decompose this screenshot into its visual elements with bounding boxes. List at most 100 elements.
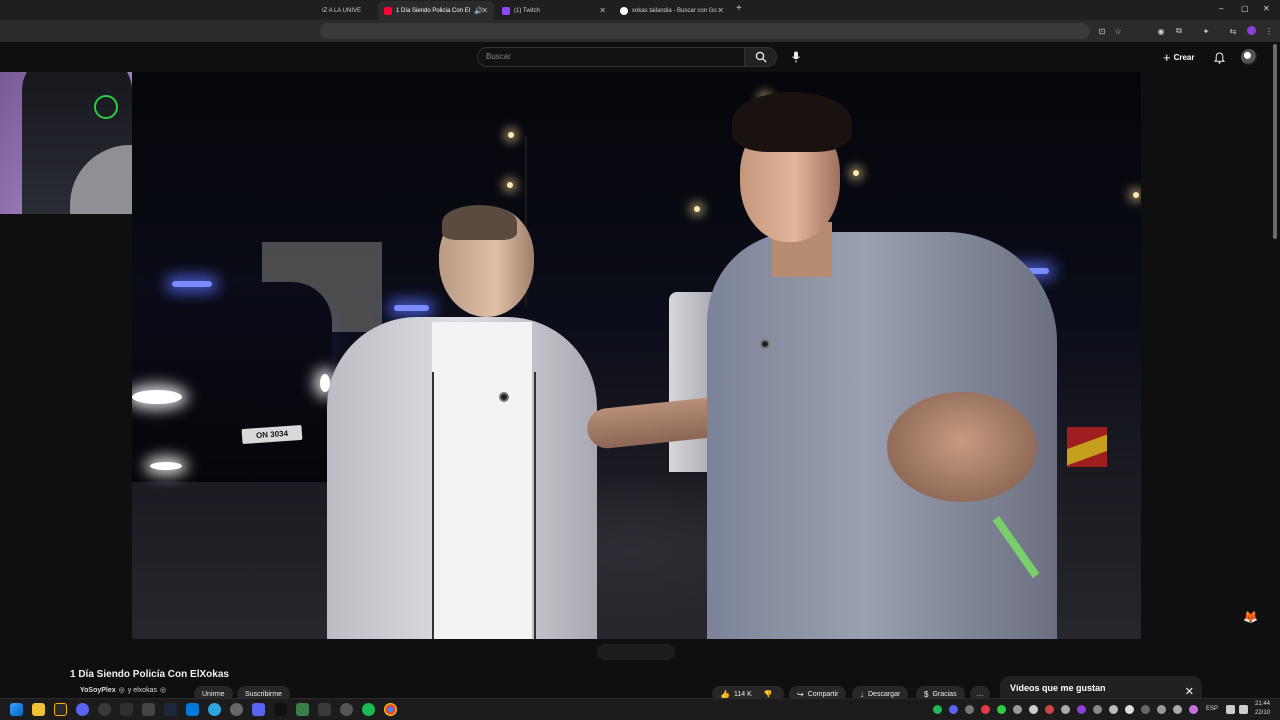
tray-icon[interactable] bbox=[1157, 705, 1166, 714]
close-tab-icon[interactable]: ✕ bbox=[599, 6, 606, 15]
search-taskbar-icon[interactable] bbox=[54, 703, 67, 716]
tray-icon[interactable] bbox=[1109, 705, 1118, 714]
app-icon[interactable] bbox=[120, 703, 133, 716]
tray-icon[interactable] bbox=[1141, 705, 1150, 714]
scrollbar-thumb[interactable] bbox=[1273, 44, 1277, 239]
street-lamp bbox=[508, 132, 514, 138]
maximize-button[interactable]: ▢ bbox=[1241, 4, 1249, 13]
language-indicator[interactable]: ESP bbox=[1206, 706, 1218, 712]
create-label: Crear bbox=[1173, 52, 1195, 62]
hoodie-zipper bbox=[534, 372, 536, 639]
app-icon[interactable] bbox=[98, 703, 111, 716]
bell-icon bbox=[1213, 52, 1226, 64]
tray-icon[interactable] bbox=[965, 705, 974, 714]
plus-icon: + bbox=[1163, 49, 1171, 65]
search-button[interactable] bbox=[745, 47, 777, 67]
windows-start-icon[interactable] bbox=[10, 703, 23, 716]
liked-panel-title: Vídeos que me gustan bbox=[1010, 683, 1106, 693]
thumbs-down-icon[interactable]: 👎 bbox=[764, 690, 773, 698]
close-panel-icon[interactable]: ✕ bbox=[1185, 685, 1194, 698]
more-icon: … bbox=[976, 690, 984, 698]
tray-icon[interactable] bbox=[1125, 705, 1134, 714]
downloads-icon[interactable]: ⇆ bbox=[1228, 26, 1238, 36]
channel-watermark-icon[interactable]: 🦊 bbox=[1243, 610, 1258, 624]
browser-menu-icon[interactable]: ⋮ bbox=[1264, 26, 1274, 36]
tab-label: 1 Día Siendo Policía Con El bbox=[396, 7, 471, 14]
tray-icon[interactable] bbox=[1189, 705, 1198, 714]
discord-icon[interactable] bbox=[252, 703, 265, 716]
police-siren-light bbox=[394, 305, 429, 311]
tray-icon[interactable] bbox=[1061, 705, 1070, 714]
address-bar[interactable] bbox=[320, 23, 1090, 39]
notifications-button[interactable] bbox=[1213, 51, 1226, 69]
app-icon[interactable] bbox=[296, 703, 309, 716]
tray-icon[interactable] bbox=[997, 705, 1006, 714]
clock-time[interactable]: 21:44 bbox=[1255, 701, 1270, 707]
subscribe-label: Suscribirme bbox=[245, 690, 282, 698]
youtube-favicon-icon bbox=[384, 6, 392, 15]
spain-flag bbox=[1067, 427, 1107, 467]
minimize-button[interactable]: – bbox=[1219, 4, 1223, 13]
police-car bbox=[132, 282, 332, 482]
tray-icon[interactable] bbox=[1077, 705, 1086, 714]
create-button[interactable]: + Crear bbox=[1163, 49, 1195, 65]
spotify-icon[interactable] bbox=[362, 703, 375, 716]
new-tab-button[interactable]: + bbox=[736, 3, 742, 14]
hoodie-zipper bbox=[432, 372, 434, 639]
puzzle-icon[interactable]: ⧉ bbox=[1174, 26, 1184, 36]
app-icon[interactable] bbox=[340, 703, 353, 716]
tray-icon[interactable] bbox=[1093, 705, 1102, 714]
tab-2-active[interactable]: 1 Día Siendo Policía Con El 🔊 ✕ bbox=[378, 1, 494, 20]
microphone-icon bbox=[792, 51, 800, 63]
app-icon[interactable] bbox=[318, 703, 331, 716]
twitch-favicon-icon bbox=[502, 6, 510, 15]
close-window-button[interactable]: ✕ bbox=[1263, 4, 1270, 13]
tray-icon[interactable] bbox=[949, 705, 958, 714]
sidebar-icon[interactable]: ✦ bbox=[1201, 26, 1211, 36]
video-player[interactable]: ON 3034 bbox=[132, 72, 1141, 639]
extension-icon[interactable]: ◉ bbox=[1156, 26, 1166, 36]
browser-toolbar: ⊡ ☆ ◉ ⧉ ✦ ⇆ ⋮ bbox=[0, 20, 1280, 42]
steam-icon[interactable] bbox=[164, 703, 177, 716]
tray-icon[interactable] bbox=[1029, 705, 1038, 714]
app-icon[interactable] bbox=[142, 703, 155, 716]
tab-3[interactable]: (1) Twitch ✕ bbox=[496, 1, 612, 20]
volume-icon[interactable] bbox=[1239, 705, 1248, 714]
tiktok-icon[interactable] bbox=[274, 703, 287, 716]
street-lamp bbox=[853, 170, 859, 176]
app-icon[interactable] bbox=[186, 703, 199, 716]
bookmark-star-icon[interactable]: ☆ bbox=[1113, 26, 1123, 36]
tab-4[interactable]: xokas tailandia - Buscar con Go ✕ bbox=[614, 1, 730, 20]
vpn-icon[interactable] bbox=[76, 703, 89, 716]
verified-icon: ◎ bbox=[118, 687, 125, 694]
car-fog-light bbox=[150, 462, 182, 470]
tray-icon[interactable] bbox=[1045, 705, 1054, 714]
file-explorer-icon[interactable] bbox=[32, 703, 45, 716]
voice-search-button[interactable] bbox=[786, 47, 806, 67]
channel-name[interactable]: YoSoyPlex bbox=[80, 687, 116, 694]
download-label: Descargar bbox=[868, 690, 901, 698]
shirt-logo bbox=[499, 392, 509, 402]
search-input[interactable]: Buscar bbox=[477, 47, 745, 67]
person-left-tshirt bbox=[432, 322, 532, 639]
wifi-icon[interactable] bbox=[1226, 705, 1235, 714]
tray-icon[interactable] bbox=[1013, 705, 1022, 714]
collab-channel-name[interactable]: y elxokas bbox=[128, 687, 157, 694]
telegram-icon[interactable] bbox=[208, 703, 221, 716]
video-title: 1 Día Siendo Policía Con ElXokas bbox=[70, 669, 229, 680]
close-tab-icon[interactable]: ✕ bbox=[481, 6, 488, 15]
tray-icon[interactable] bbox=[933, 705, 942, 714]
tab-1[interactable]: IZ A LA UNIVE bbox=[316, 1, 376, 20]
account-avatar[interactable] bbox=[1241, 49, 1257, 65]
app-icon[interactable] bbox=[230, 703, 243, 716]
verified-icon: ◎ bbox=[159, 687, 167, 694]
clock-date[interactable]: 22/10 bbox=[1255, 710, 1270, 716]
install-app-icon[interactable]: ⊡ bbox=[1097, 26, 1107, 36]
tray-icon[interactable] bbox=[981, 705, 990, 714]
chrome-icon[interactable] bbox=[384, 703, 397, 716]
close-tab-icon[interactable]: ✕ bbox=[717, 6, 724, 15]
search-icon bbox=[755, 51, 766, 63]
browser-profile-avatar[interactable] bbox=[1247, 26, 1256, 35]
tray-icon[interactable] bbox=[1173, 705, 1182, 714]
page-scrollbar[interactable] bbox=[1272, 44, 1278, 244]
